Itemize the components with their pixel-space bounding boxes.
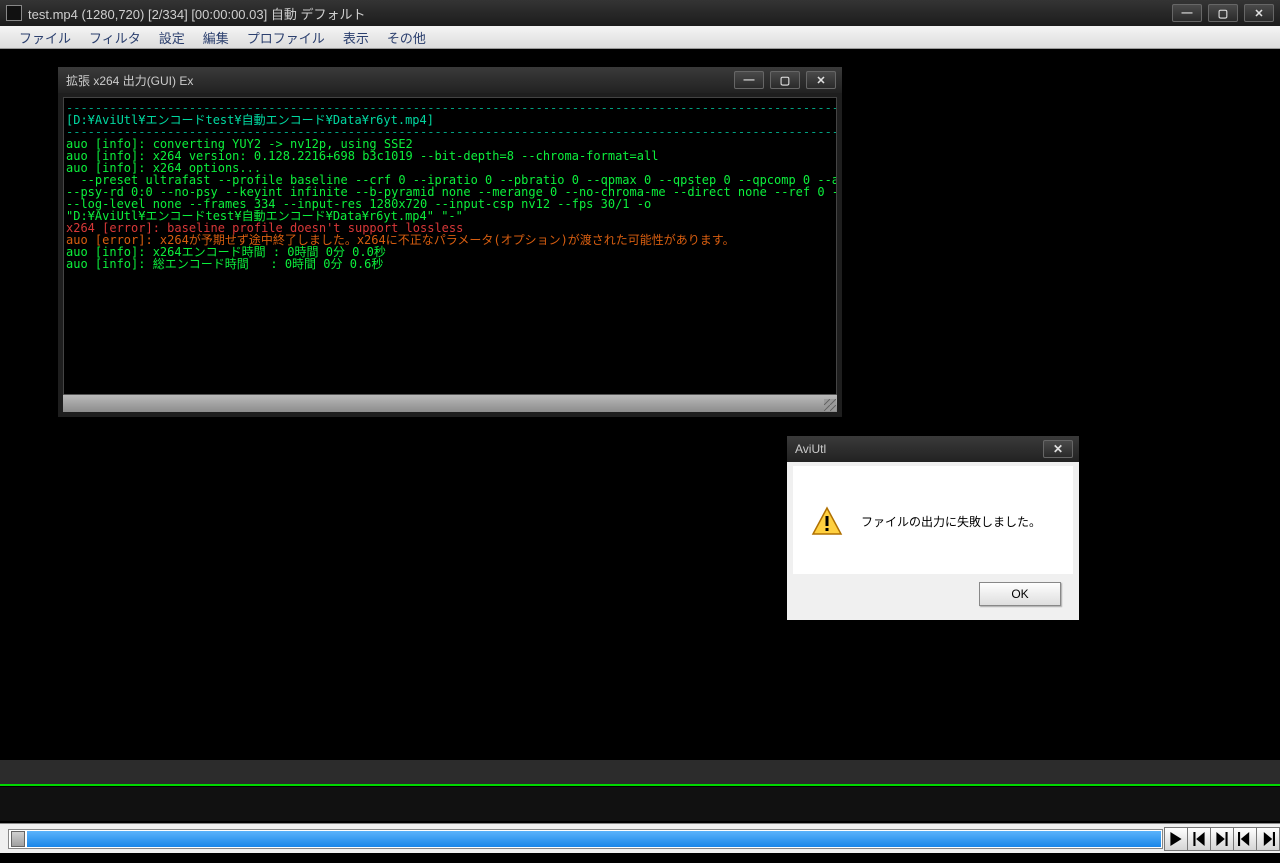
next-frame-button[interactable] [1210, 827, 1234, 851]
seek-row [0, 823, 1280, 853]
menu-setting[interactable]: 設定 [150, 25, 194, 50]
goto-end-button[interactable] [1256, 827, 1280, 851]
console-scrollbar[interactable] [63, 394, 837, 412]
app-icon [6, 5, 22, 21]
seek-thumb[interactable] [11, 831, 25, 847]
maximize-button[interactable]: ▢ [1208, 4, 1238, 22]
seek-fill [27, 831, 1161, 847]
alert-body: ファイルの出力に失敗しました。 [793, 466, 1073, 578]
seek-bar[interactable] [8, 829, 1163, 849]
menu-view[interactable]: 表示 [334, 25, 378, 50]
menu-file[interactable]: ファイル [10, 25, 80, 50]
main-window-title: test.mp4 (1280,720) [2/334] [00:00:00.03… [28, 3, 1172, 23]
console-minimize-button[interactable]: — [734, 71, 764, 89]
prev-frame-button[interactable] [1187, 827, 1211, 851]
alert-footer: OK [793, 574, 1073, 614]
warning-icon [811, 506, 843, 538]
main-titlebar: test.mp4 (1280,720) [2/334] [00:00:00.03… [0, 0, 1280, 26]
console-window: 拡張 x264 出力(GUI) Ex — ▢ ✕ ---------------… [57, 66, 843, 418]
console-titlebar[interactable]: 拡張 x264 出力(GUI) Ex — ▢ ✕ [58, 67, 842, 93]
play-button[interactable] [1164, 827, 1188, 851]
transport-controls [1165, 827, 1280, 851]
audio-strip[interactable] [0, 787, 1280, 821]
alert-message: ファイルの出力に失敗しました。 [861, 513, 1041, 530]
ok-button[interactable]: OK [979, 582, 1061, 606]
console-output[interactable]: ----------------------------------------… [63, 97, 837, 412]
console-title-text: 拡張 x264 出力(GUI) Ex [66, 72, 734, 89]
alert-titlebar[interactable]: AviUtl ✕ [787, 436, 1079, 462]
alert-title-text: AviUtl [787, 442, 1043, 456]
console-maximize-button[interactable]: ▢ [770, 71, 800, 89]
menu-filter[interactable]: フィルタ [80, 25, 150, 50]
alert-close-button[interactable]: ✕ [1043, 440, 1073, 458]
console-resize-grip[interactable] [824, 399, 836, 411]
menu-bar: ファイル フィルタ 設定 編集 プロファイル 表示 その他 [0, 26, 1280, 49]
window-buttons: — ▢ ✕ [1172, 4, 1274, 22]
goto-start-button[interactable] [1233, 827, 1257, 851]
alert-dialog: AviUtl ✕ ファイルの出力に失敗しました。 OK [786, 435, 1080, 621]
timeline-strip[interactable] [0, 759, 1280, 787]
menu-other[interactable]: その他 [378, 25, 435, 50]
minimize-button[interactable]: — [1172, 4, 1202, 22]
console-close-button[interactable]: ✕ [806, 71, 836, 89]
menu-edit[interactable]: 編集 [194, 25, 238, 50]
menu-profile[interactable]: プロファイル [238, 25, 334, 50]
close-button[interactable]: ✕ [1244, 4, 1274, 22]
